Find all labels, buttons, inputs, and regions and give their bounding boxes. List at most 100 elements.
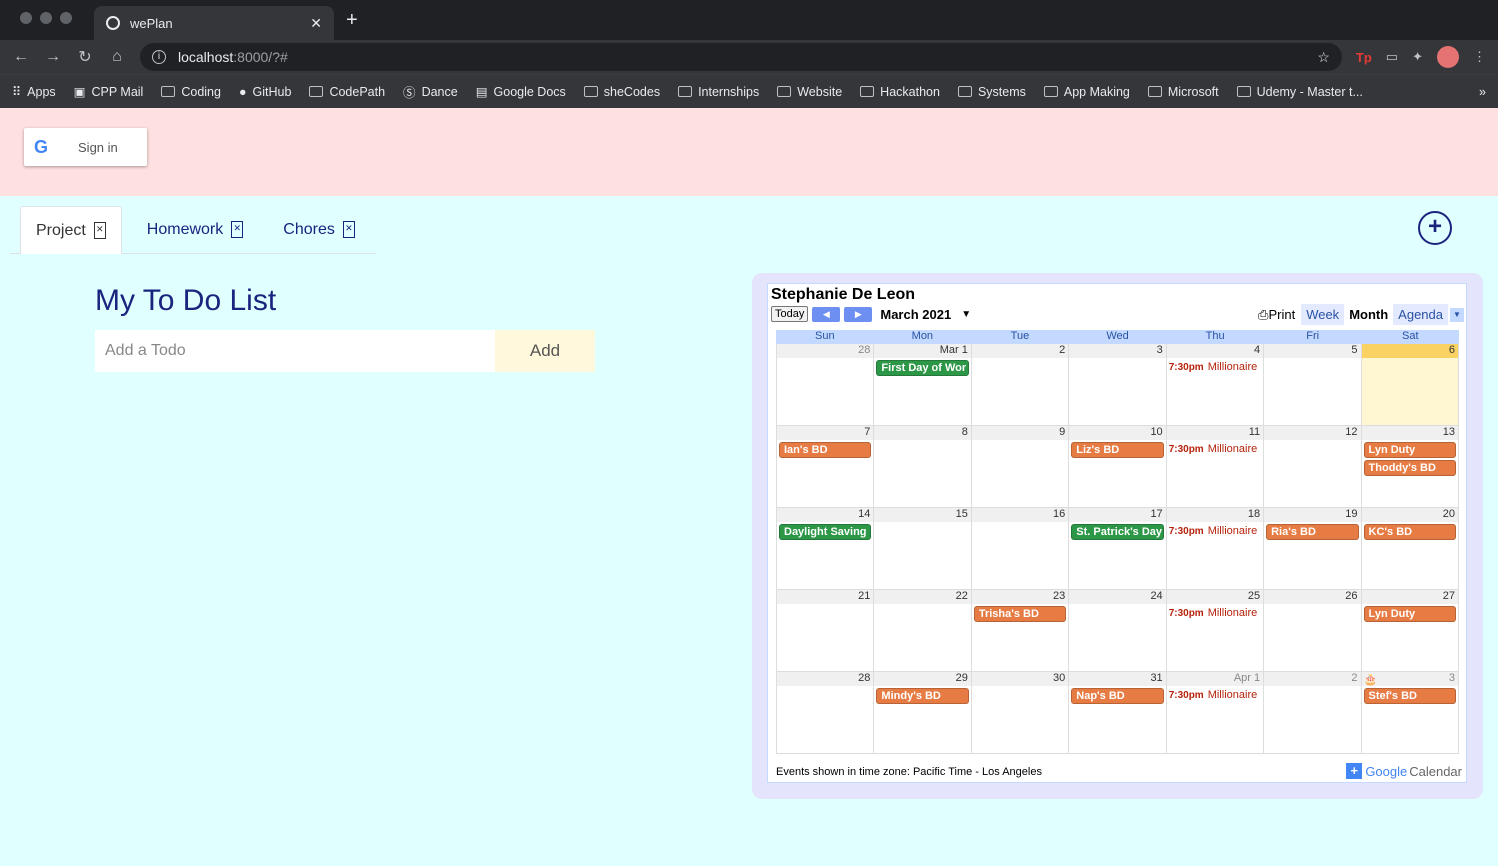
- bookmark-icon[interactable]: ✕: [342, 221, 355, 238]
- puzzle-icon[interactable]: ✦: [1412, 49, 1423, 65]
- new-tab-icon[interactable]: +: [346, 9, 358, 32]
- extension-screen-icon[interactable]: ▭: [1386, 49, 1398, 65]
- bookmark-google-docs[interactable]: ▤ Google Docs: [476, 84, 566, 100]
- day-number[interactable]: 10: [1069, 426, 1166, 440]
- info-icon[interactable]: i: [152, 50, 166, 64]
- bookmark-icon[interactable]: ✕: [231, 221, 244, 238]
- day-cell[interactable]: 23 Trisha's BD: [971, 590, 1070, 672]
- day-cell[interactable]: 24: [1069, 590, 1167, 672]
- day-number[interactable]: 9: [971, 426, 1069, 440]
- bookmark-shecodes[interactable]: sheCodes: [583, 85, 660, 99]
- calendar-event[interactable]: St. Patrick's Day: [1071, 524, 1164, 540]
- home-icon[interactable]: ⌂: [108, 48, 126, 66]
- forward-icon[interactable]: →: [44, 48, 62, 66]
- day-cell[interactable]: 14 Daylight Saving: [777, 508, 875, 590]
- day-cell[interactable]: 30: [971, 672, 1070, 754]
- calendar-event[interactable]: Thoddy's BD: [1363, 460, 1456, 476]
- address-bar[interactable]: i localhost:8000/?# ☆: [140, 43, 1342, 71]
- day-cell[interactable]: 27 Lyn Duty: [1361, 590, 1459, 672]
- bookmark-systems[interactable]: Systems: [957, 85, 1026, 99]
- view-month[interactable]: Month: [1344, 304, 1394, 325]
- day-number[interactable]: 24: [1069, 590, 1166, 604]
- bookmark-cpp-mail[interactable]: ▣ CPP Mail: [74, 84, 144, 100]
- calendar-event[interactable]: Mindy's BD: [876, 688, 969, 704]
- calendar-event[interactable]: Ria's BD: [1266, 524, 1359, 540]
- day-cell[interactable]: 13 Lyn Duty Thoddy's BD: [1361, 426, 1459, 508]
- view-agenda[interactable]: Agenda: [1393, 304, 1448, 325]
- day-number[interactable]: 7: [777, 426, 874, 440]
- day-number[interactable]: 22: [874, 590, 971, 604]
- day-number[interactable]: 2: [971, 344, 1069, 358]
- bookmark-app-making[interactable]: App Making: [1043, 85, 1130, 99]
- day-number[interactable]: 27: [1361, 590, 1458, 604]
- day-cell[interactable]: 9: [971, 426, 1070, 508]
- day-cell[interactable]: 10 Liz's BD: [1069, 426, 1167, 508]
- today-button[interactable]: Today: [771, 306, 809, 322]
- day-number[interactable]: 20: [1361, 508, 1458, 522]
- day-cell[interactable]: 19 Ria's BD: [1264, 508, 1362, 590]
- day-number[interactable]: 14: [777, 508, 874, 522]
- calendar-event[interactable]: 7:30pm Millionaire: [1169, 606, 1261, 622]
- bookmark-website[interactable]: Website: [777, 85, 842, 99]
- menu-icon[interactable]: ⋮: [1473, 49, 1486, 65]
- day-number[interactable]: 21: [777, 590, 874, 604]
- calendar-event[interactable]: 7:30pm Millionaire: [1169, 442, 1261, 458]
- day-number[interactable]: 19: [1264, 508, 1361, 522]
- day-cell[interactable]: 28: [777, 672, 875, 754]
- day-cell[interactable]: Mar 1 First Day of Wor: [874, 344, 972, 426]
- day-cell[interactable]: 22: [874, 590, 972, 672]
- day-cell[interactable]: 28: [777, 344, 875, 426]
- calendar-event[interactable]: Daylight Saving: [779, 524, 872, 540]
- calendar-event[interactable]: Ian's BD: [779, 442, 872, 458]
- day-number[interactable]: 28: [777, 344, 874, 358]
- day-number[interactable]: 6: [1361, 344, 1458, 358]
- browser-tab[interactable]: wePlan ✕: [94, 6, 334, 40]
- tab-chores[interactable]: Chores ✕: [268, 206, 370, 253]
- day-cell[interactable]: 3: [1069, 344, 1167, 426]
- calendar-event[interactable]: KC's BD: [1363, 524, 1456, 540]
- next-month-icon[interactable]: ▶: [844, 306, 873, 322]
- day-cell[interactable]: 6: [1361, 344, 1459, 426]
- calendar-event[interactable]: Lyn Duty: [1363, 442, 1456, 458]
- tab-homework[interactable]: Homework ✕: [132, 206, 258, 253]
- day-cell[interactable]: 31 Nap's BD: [1069, 672, 1167, 754]
- calendar-event[interactable]: 7:30pm Millionaire: [1169, 688, 1261, 704]
- tab-project[interactable]: Project ✕: [20, 206, 122, 254]
- calendar-event[interactable]: Stef's BD: [1363, 688, 1456, 704]
- day-cell[interactable]: 29 Mindy's BD: [874, 672, 972, 754]
- day-cell[interactable]: 7 Ian's BD: [777, 426, 875, 508]
- calendar-event[interactable]: Lyn Duty: [1363, 606, 1456, 622]
- day-cell[interactable]: 16: [971, 508, 1070, 590]
- day-number[interactable]: 16: [971, 508, 1069, 522]
- google-calendar-badge[interactable]: + Google Calendar: [1346, 763, 1462, 779]
- day-number[interactable]: 30: [971, 672, 1069, 686]
- bookmark-hackathon[interactable]: Hackathon: [860, 85, 940, 99]
- day-cell[interactable]: 5: [1264, 344, 1362, 426]
- day-number[interactable]: 8: [874, 426, 971, 440]
- day-number[interactable]: 12: [1264, 426, 1361, 440]
- google-signin-button[interactable]: G Sign in: [24, 128, 147, 166]
- day-cell[interactable]: 8: [874, 426, 972, 508]
- reload-icon[interactable]: ↻: [76, 47, 94, 67]
- window-controls[interactable]: [20, 12, 72, 24]
- day-cell[interactable]: 2: [1264, 672, 1362, 754]
- bookmark-codepath[interactable]: CodePath: [309, 85, 385, 99]
- day-cell[interactable]: Apr 1 7:30pm Millionaire: [1166, 672, 1265, 754]
- extension-tp-icon[interactable]: Tp: [1356, 50, 1372, 65]
- day-cell[interactable]: 15: [874, 508, 972, 590]
- chevron-down-icon[interactable]: ▼: [961, 309, 971, 320]
- view-week[interactable]: Week: [1301, 304, 1345, 325]
- day-cell[interactable]: 26: [1264, 590, 1362, 672]
- profile-avatar[interactable]: [1437, 46, 1459, 68]
- day-cell[interactable]: 25 7:30pm Millionaire: [1166, 590, 1265, 672]
- bookmark-github[interactable]: ● GitHub: [239, 85, 291, 99]
- prev-month-icon[interactable]: ◀: [812, 306, 841, 322]
- day-number[interactable]: 29: [874, 672, 971, 686]
- day-number[interactable]: Apr 1: [1166, 672, 1264, 686]
- day-cell[interactable]: 18 7:30pm Millionaire: [1166, 508, 1265, 590]
- print-button[interactable]: ⎙Print: [1258, 307, 1295, 323]
- day-number[interactable]: Mar 1: [874, 344, 971, 358]
- day-cell[interactable]: 11 7:30pm Millionaire: [1166, 426, 1265, 508]
- add-todo-button[interactable]: Add: [495, 330, 595, 372]
- day-number[interactable]: 23: [971, 590, 1069, 604]
